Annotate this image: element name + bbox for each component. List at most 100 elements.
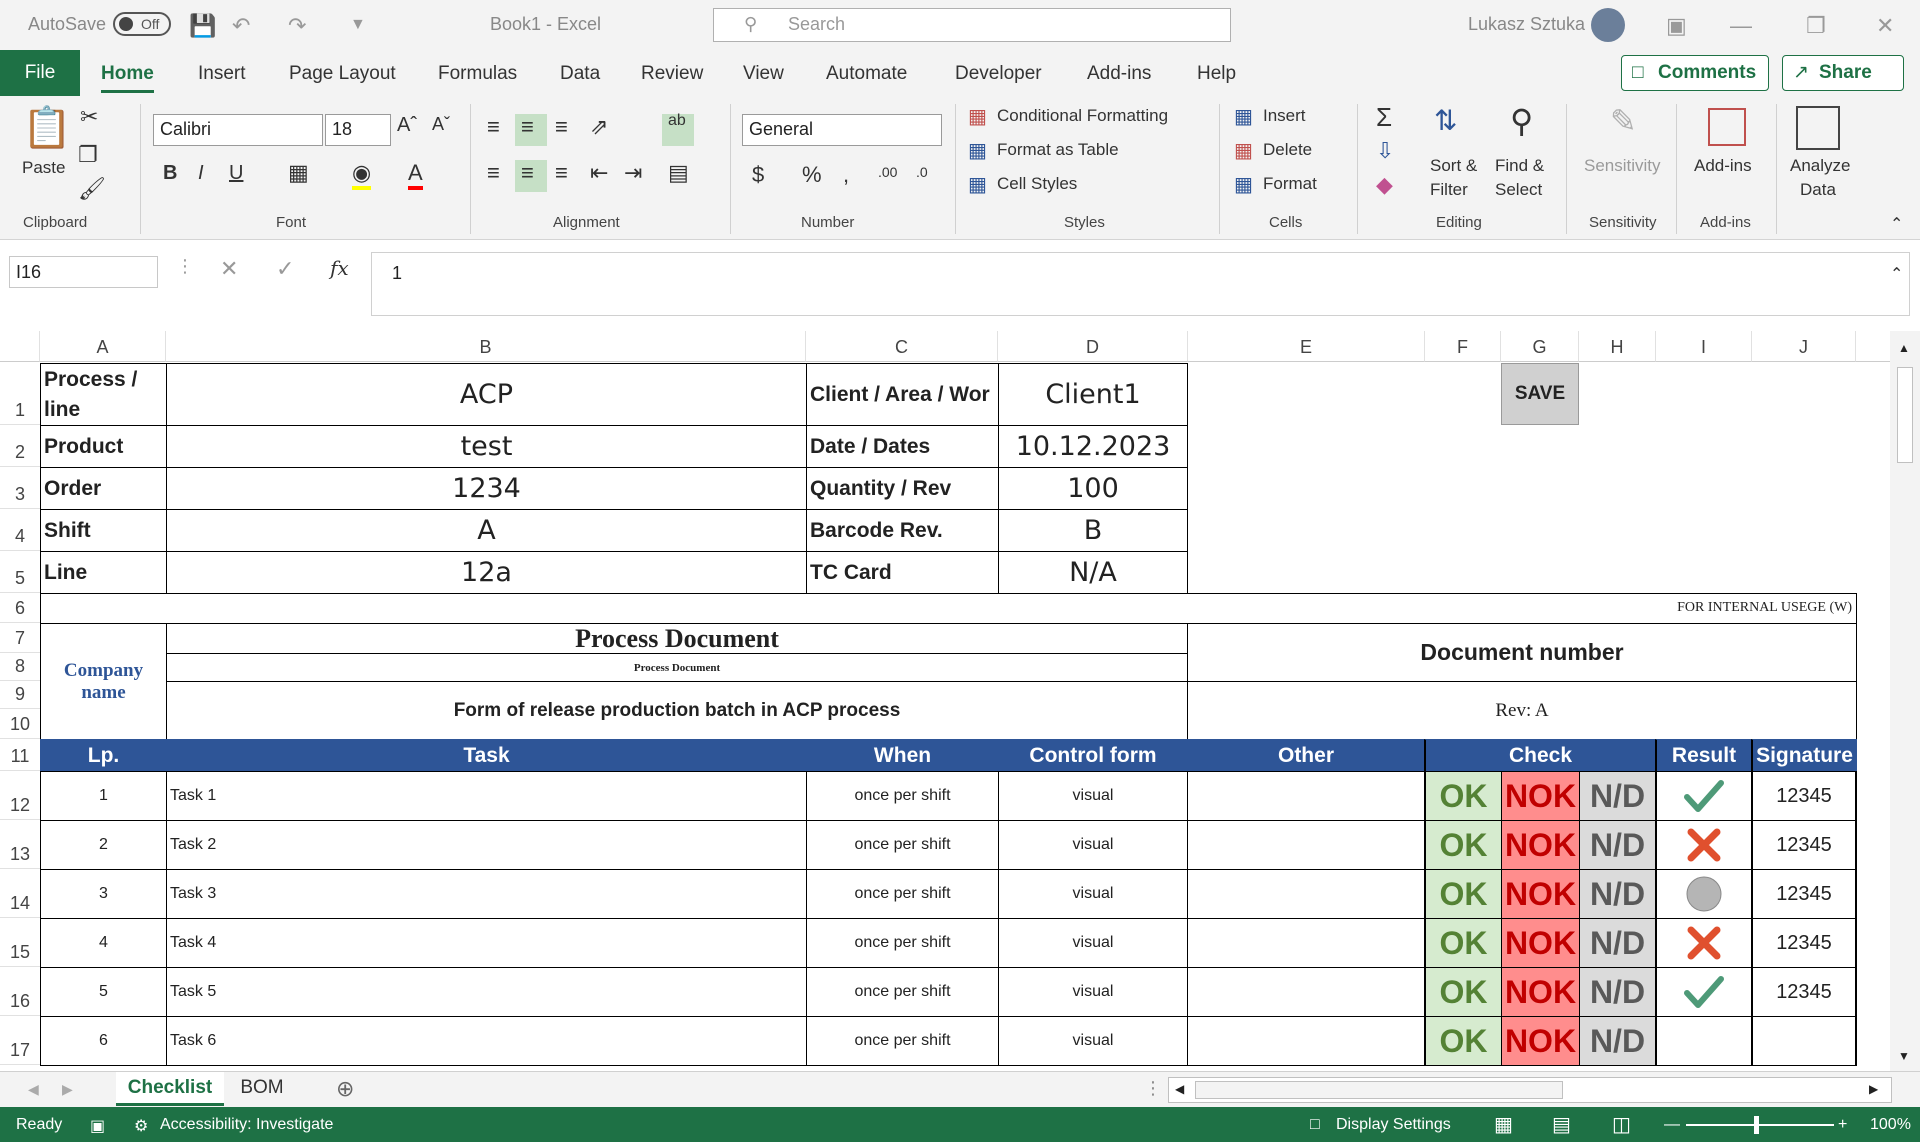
- task-control-cell[interactable]: visual: [998, 1016, 1188, 1066]
- zoom-out-icon[interactable]: —: [1664, 1116, 1680, 1134]
- tab-data[interactable]: Data: [560, 63, 600, 85]
- increase-indent-icon[interactable]: ⇥: [624, 160, 642, 186]
- clear-icon[interactable]: ◆: [1376, 172, 1393, 198]
- column-header-c[interactable]: C: [806, 331, 998, 362]
- expand-formula-icon[interactable]: ⌃: [1890, 264, 1903, 284]
- table-header-other[interactable]: Other: [1187, 739, 1425, 772]
- row-header[interactable]: 14: [0, 869, 40, 918]
- save-icon[interactable]: 💾: [189, 13, 216, 39]
- sheet-nav-prev-icon[interactable]: ◀: [28, 1081, 39, 1098]
- sort-filter-label-1[interactable]: Sort &: [1430, 156, 1477, 176]
- insert-cells-button[interactable]: Insert: [1263, 106, 1306, 126]
- table-header-task[interactable]: Task: [166, 739, 807, 772]
- task-when-cell[interactable]: once per shift: [806, 820, 999, 870]
- check-nd-button[interactable]: N/D: [1579, 1016, 1656, 1066]
- align-top-icon[interactable]: ≡: [487, 114, 500, 140]
- task-other-cell[interactable]: [1187, 869, 1425, 919]
- format-as-table-button[interactable]: Format as Table: [997, 140, 1119, 160]
- line-label[interactable]: Line: [40, 551, 167, 594]
- barcode-label[interactable]: Barcode Rev.: [806, 509, 999, 552]
- signature-cell[interactable]: 12345: [1751, 771, 1857, 821]
- paste-label[interactable]: Paste: [22, 158, 65, 178]
- row-header[interactable]: 9: [0, 681, 40, 709]
- check-nd-button[interactable]: N/D: [1579, 820, 1656, 870]
- row-header[interactable]: 13: [0, 820, 40, 869]
- column-header-i[interactable]: I: [1656, 331, 1752, 362]
- result-cell[interactable]: [1655, 869, 1752, 919]
- cut-icon[interactable]: ✂: [80, 104, 98, 130]
- row-header[interactable]: 1: [0, 363, 40, 425]
- task-lp-cell[interactable]: 4: [40, 918, 167, 968]
- result-cell[interactable]: [1655, 1016, 1752, 1066]
- task-other-cell[interactable]: [1187, 1016, 1425, 1066]
- name-box[interactable]: I16: [9, 256, 158, 288]
- tab-help[interactable]: Help: [1197, 63, 1236, 85]
- increase-font-icon[interactable]: Aˆ: [397, 114, 417, 137]
- align-center-icon[interactable]: ≡: [521, 160, 534, 186]
- font-color-icon[interactable]: A: [408, 160, 423, 190]
- vertical-scroll-thumb[interactable]: [1897, 367, 1913, 463]
- column-header-a[interactable]: A: [40, 331, 166, 362]
- tab-file[interactable]: File: [0, 50, 80, 96]
- column-header-e[interactable]: E: [1188, 331, 1425, 362]
- form-title[interactable]: Form of release production batch in ACP …: [166, 681, 1188, 740]
- order-label[interactable]: Order: [40, 467, 167, 510]
- select-all-corner[interactable]: [0, 331, 40, 362]
- row-header[interactable]: 5: [0, 551, 40, 593]
- sheet-tab-checklist[interactable]: Checklist: [116, 1072, 224, 1106]
- revision-label[interactable]: Rev: A: [1187, 681, 1857, 740]
- task-name-cell[interactable]: Task 2: [166, 820, 807, 870]
- client-label[interactable]: Client / Area / Wor: [806, 363, 999, 426]
- vertical-scrollbar[interactable]: ▲ ▼: [1890, 331, 1920, 1071]
- tab-page-layout[interactable]: Page Layout: [289, 63, 396, 85]
- add-ins-button[interactable]: Add-ins: [1694, 156, 1752, 176]
- task-when-cell[interactable]: once per shift: [806, 918, 999, 968]
- decrease-font-icon[interactable]: Aˇ: [432, 114, 450, 135]
- check-ok-button[interactable]: OK: [1424, 1016, 1502, 1066]
- normal-view-icon[interactable]: ▦: [1494, 1112, 1513, 1137]
- comma-icon[interactable]: ,: [843, 162, 849, 188]
- table-header-lp[interactable]: Lp.: [40, 739, 167, 772]
- client-value[interactable]: Client1: [998, 363, 1188, 426]
- options-icon[interactable]: ⋮: [176, 256, 194, 277]
- font-size-select[interactable]: 18: [325, 114, 391, 146]
- enter-icon[interactable]: ✓: [276, 256, 294, 282]
- task-lp-cell[interactable]: 3: [40, 869, 167, 919]
- align-right-icon[interactable]: ≡: [555, 160, 568, 186]
- currency-icon[interactable]: $: [752, 162, 764, 188]
- signature-cell[interactable]: 12345: [1751, 869, 1857, 919]
- decrease-indent-icon[interactable]: ⇤: [590, 160, 608, 186]
- check-nok-button[interactable]: NOK: [1501, 820, 1580, 870]
- process-value[interactable]: ACP: [166, 363, 807, 426]
- format-cells-button[interactable]: Format: [1263, 174, 1317, 194]
- macro-recording-icon[interactable]: ▣: [90, 1116, 105, 1136]
- task-other-cell[interactable]: [1187, 918, 1425, 968]
- task-when-cell[interactable]: once per shift: [806, 1016, 999, 1066]
- check-nd-button[interactable]: N/D: [1579, 869, 1656, 919]
- minimize-icon[interactable]: —: [1730, 13, 1752, 39]
- customize-qat-icon[interactable]: ▼: [350, 16, 366, 34]
- cell-styles-button[interactable]: Cell Styles: [997, 174, 1077, 194]
- column-header-b[interactable]: B: [166, 331, 806, 362]
- row-header[interactable]: 3: [0, 467, 40, 509]
- line-value[interactable]: 12a: [166, 551, 807, 594]
- barcode-value[interactable]: B: [998, 509, 1188, 552]
- signature-cell[interactable]: [1751, 1016, 1857, 1066]
- zoom-in-icon[interactable]: +: [1838, 1116, 1847, 1134]
- task-control-cell[interactable]: visual: [998, 869, 1188, 919]
- shift-label[interactable]: Shift: [40, 509, 167, 552]
- row-header[interactable]: 2: [0, 425, 40, 467]
- row-header[interactable]: 17: [0, 1016, 40, 1065]
- align-left-icon[interactable]: ≡: [487, 160, 500, 186]
- check-nd-button[interactable]: N/D: [1579, 967, 1656, 1017]
- check-ok-button[interactable]: OK: [1424, 771, 1502, 821]
- task-control-cell[interactable]: visual: [998, 967, 1188, 1017]
- task-other-cell[interactable]: [1187, 771, 1425, 821]
- display-settings-button[interactable]: Display Settings: [1336, 1116, 1451, 1134]
- product-label[interactable]: Product: [40, 425, 167, 468]
- task-when-cell[interactable]: once per shift: [806, 869, 999, 919]
- tc-card-label[interactable]: TC Card: [806, 551, 999, 594]
- align-bottom-icon[interactable]: ≡: [555, 114, 568, 140]
- task-control-cell[interactable]: visual: [998, 771, 1188, 821]
- find-select-label-1[interactable]: Find &: [1495, 156, 1544, 176]
